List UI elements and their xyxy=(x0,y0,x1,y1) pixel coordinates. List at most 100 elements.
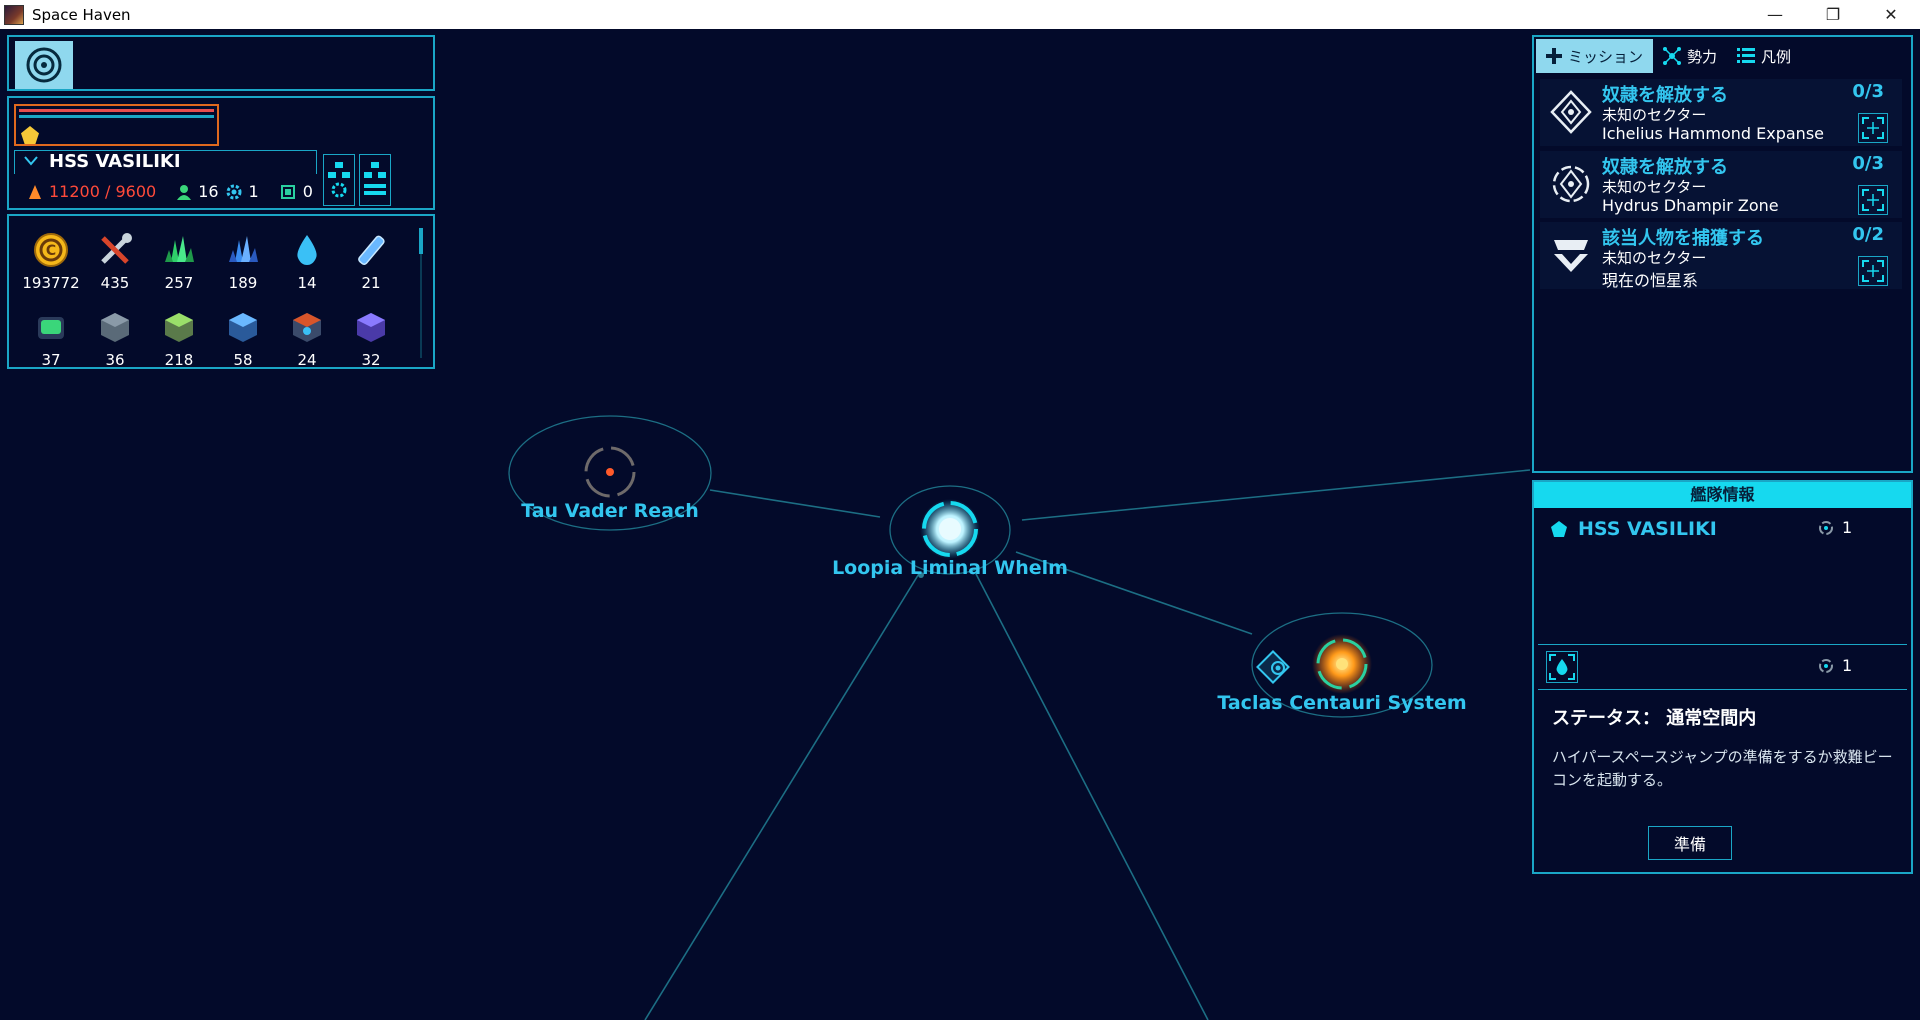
resource-item[interactable]: 14 xyxy=(275,230,339,292)
resource-item[interactable]: 37 xyxy=(19,307,83,369)
fleet-header: 艦隊情報 xyxy=(1534,482,1911,508)
network-gear-icon xyxy=(328,162,350,198)
ship-stats: 11200 / 9600 16 1 0 xyxy=(27,182,313,201)
resource-item[interactable]: 189 xyxy=(211,230,275,292)
ship-health-bar[interactable] xyxy=(14,104,219,146)
ship-marker-icon xyxy=(1551,521,1567,537)
focus-icon xyxy=(1862,117,1884,139)
shield-bar xyxy=(19,115,214,118)
svg-text:C: C xyxy=(46,243,56,259)
ship-marker-icon xyxy=(21,126,39,144)
green-crystal-icon xyxy=(159,230,199,270)
reactor-cube-icon xyxy=(287,307,327,347)
fleet-description: ハイパースペースジャンプの準備をするか救難ビーコンを起動する。 xyxy=(1552,748,1893,789)
metal-block-icon xyxy=(95,307,135,347)
resources-panel: C 193772 435 257 189 14 21 37 36 218 58 … xyxy=(7,214,435,369)
selection-panel xyxy=(7,35,435,91)
blue-crystal-icon xyxy=(223,230,263,270)
resource-item[interactable]: 24 xyxy=(275,307,339,369)
system-label[interactable]: Taclas Centauri System xyxy=(1217,692,1466,714)
water-drop-icon xyxy=(287,230,327,270)
divider xyxy=(1538,689,1907,690)
hull-bar xyxy=(19,109,214,112)
resource-item[interactable]: 257 xyxy=(147,230,211,292)
divider xyxy=(1538,644,1907,645)
resource-item[interactable]: 218 xyxy=(147,307,211,369)
prepare-button[interactable]: 準備 xyxy=(1648,826,1732,860)
chevron-down-icon[interactable] xyxy=(24,154,38,168)
focus-icon xyxy=(1862,260,1884,282)
liberate-icon xyxy=(1552,165,1590,203)
ship-config-button[interactable] xyxy=(323,154,355,206)
resource-item[interactable]: 21 xyxy=(339,230,403,292)
station-icon[interactable] xyxy=(1256,650,1290,684)
fleet-status: ステータス： 通常空間内 xyxy=(1552,708,1757,729)
gear-icon xyxy=(226,184,242,199)
map-target-button[interactable] xyxy=(15,41,73,89)
jump-count: 1 xyxy=(1818,518,1852,537)
mission-location: 現在の恒星系 xyxy=(1602,271,1699,290)
mission-item[interactable]: 奴隷を解放する 0/3 未知のセクター Ichelius Hammond Exp… xyxy=(1540,79,1902,146)
ship-name: HSS VASILIKI xyxy=(49,151,181,172)
module-count: 1 xyxy=(248,182,259,201)
app-icon xyxy=(4,4,24,25)
ship-panel: HSS VASILIKI 11200 / 9600 16 1 0 xyxy=(7,96,435,210)
mission-item[interactable]: 奴隷を解放する 0/3 未知のセクター Hydrus Dhampir Zone xyxy=(1540,151,1902,218)
chip-count: 0 xyxy=(302,182,313,201)
fleet-panel: 艦隊情報 HSS VASILIKI 1 1 ステータス： 通常空間内 ハイパース… xyxy=(1532,480,1913,874)
resource-item[interactable]: C 193772 xyxy=(19,230,83,292)
plus-cross-icon xyxy=(1546,48,1562,64)
tech-cube-icon xyxy=(223,307,263,347)
system-label[interactable]: Loopia Liminal Whelm xyxy=(832,557,1068,579)
mission-location: Hydrus Dhampir Zone xyxy=(1602,196,1779,215)
liberate-icon xyxy=(1550,90,1592,134)
resource-item[interactable]: 58 xyxy=(211,307,275,369)
resource-item[interactable]: 36 xyxy=(83,307,147,369)
focus-target-button[interactable] xyxy=(1858,113,1888,143)
focus-target-button[interactable] xyxy=(1858,256,1888,286)
list-icon xyxy=(1737,48,1756,63)
fleet-ship-item[interactable]: HSS VASILIKI xyxy=(1550,518,1717,540)
window-title-bar: Space Haven — ❐ ✕ xyxy=(0,0,1920,29)
energy-value: 11200 / 9600 xyxy=(49,182,157,201)
target-icon xyxy=(26,47,62,83)
resource-item[interactable]: 32 xyxy=(339,307,403,369)
minimize-button[interactable]: — xyxy=(1746,0,1804,29)
window-title: Space Haven xyxy=(32,5,131,24)
tools-icon xyxy=(95,230,135,270)
ship-list-button[interactable] xyxy=(359,154,391,206)
mission-progress: 0/3 xyxy=(1852,153,1884,174)
energy-rod-icon xyxy=(351,230,391,270)
mission-progress: 0/3 xyxy=(1852,81,1884,102)
focus-icon xyxy=(1862,189,1884,211)
focus-target-button[interactable] xyxy=(1858,185,1888,215)
panel-tabs: ミッション 勢力 凡例 xyxy=(1536,39,1801,73)
resources-scroll-thumb[interactable] xyxy=(419,228,423,254)
mission-sector: 未知のセクター xyxy=(1602,106,1707,124)
network-icon xyxy=(1663,47,1682,65)
mission-location: Ichelius Hammond Expanse xyxy=(1602,124,1824,143)
mission-item[interactable]: 該当人物を捕獲する 0/2 未知のセクター 現在の恒星系 xyxy=(1540,222,1902,290)
tab-legend[interactable]: 凡例 xyxy=(1727,39,1801,73)
mission-progress: 0/2 xyxy=(1852,224,1884,245)
hyperspace-lanes xyxy=(644,469,1531,1020)
tab-factions[interactable]: 勢力 xyxy=(1653,39,1727,73)
capture-icon xyxy=(1554,240,1588,272)
bio-cube-icon xyxy=(31,307,71,347)
fabric-block-icon xyxy=(159,307,199,347)
resource-item[interactable]: 435 xyxy=(83,230,147,292)
close-button[interactable]: ✕ xyxy=(1862,0,1920,29)
hyperjump-icon xyxy=(1819,520,1833,535)
mission-sector: 未知のセクター xyxy=(1602,249,1707,267)
hyperjump-icon xyxy=(1819,658,1833,673)
stack-icon xyxy=(364,162,386,195)
system-label[interactable]: Tau Vader Reach xyxy=(521,500,699,522)
crew-icon xyxy=(177,184,192,200)
credits-icon: C xyxy=(31,230,71,270)
infra-cube-icon xyxy=(351,307,391,347)
scout-jump-count: 1 xyxy=(1818,656,1852,675)
tab-missions[interactable]: ミッション xyxy=(1536,39,1654,73)
scout-button[interactable] xyxy=(1546,651,1578,683)
energy-icon xyxy=(29,184,41,199)
restore-button[interactable]: ❐ xyxy=(1804,0,1862,29)
